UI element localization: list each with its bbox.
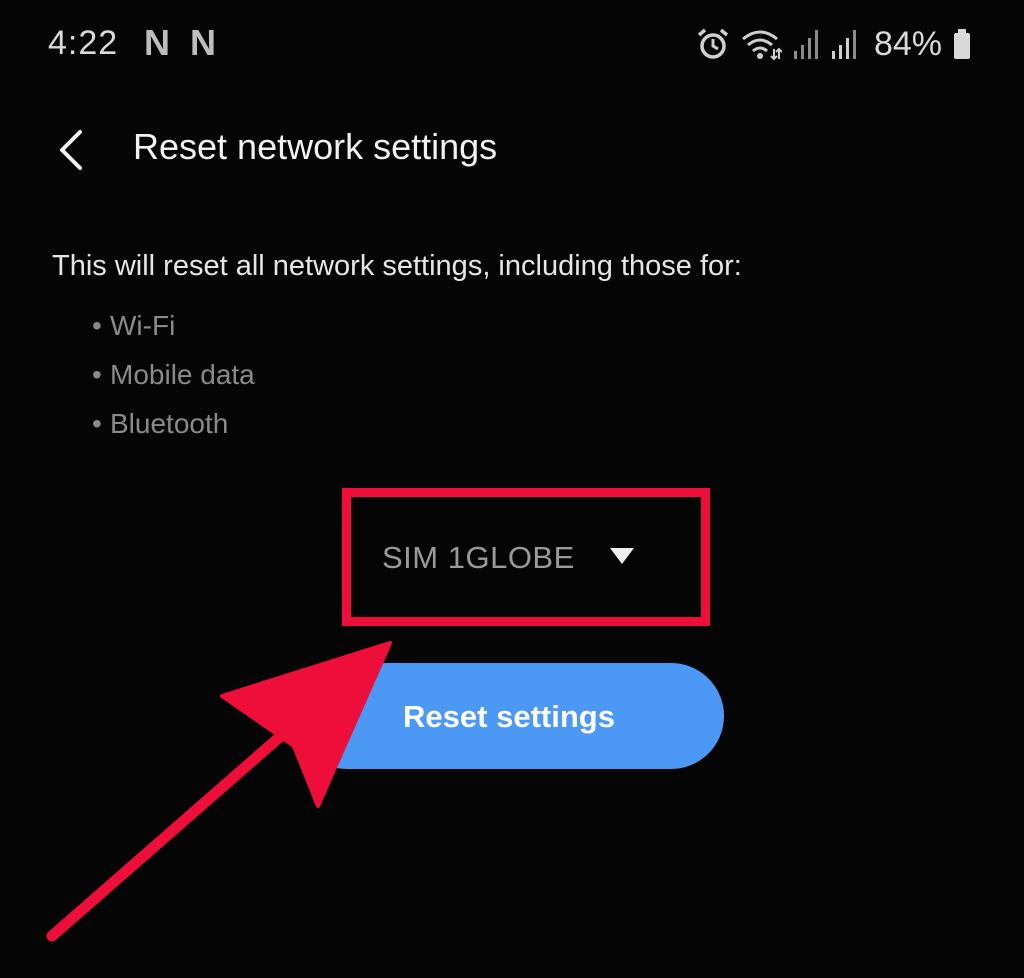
netflix-notification-icon: N [144,22,170,63]
signal-icon-2 [831,30,856,59]
list-item: • Wi-Fi [92,306,255,355]
description-text: This will reset all network settings, in… [52,250,742,282]
sim-select-dropdown[interactable]: SIM 1GLOBE [350,520,690,600]
alarm-icon [697,28,729,59]
netflix-notification-icon: N [190,22,216,63]
bullet: • [92,408,102,439]
network-items-list: • Wi-Fi • Mobile data • Bluetooth [92,306,255,453]
list-item: • Mobile data [92,355,255,404]
battery-icon [954,29,970,59]
back-button[interactable] [50,122,94,178]
status-bar: 4:22 N N 84% [0,0,1024,90]
bullet: • [92,310,102,341]
reset-settings-label: Reset settings [403,699,615,734]
annotation-arrow-shaft [46,722,296,942]
app-bar: Reset network settings [0,100,1024,200]
list-item-label: Bluetooth [110,408,229,439]
list-item-label: Mobile data [110,359,255,390]
signal-icon-1 [793,30,818,59]
list-item-label: Wi-Fi [110,310,176,341]
reset-settings-button[interactable]: Reset settings [294,663,724,769]
battery-percentage: 84% [873,24,942,63]
triangle-down-icon [610,548,634,564]
page-title: Reset network settings [133,126,498,167]
list-item: • Bluetooth [92,404,255,453]
status-icons: 84% [696,22,972,66]
sim-select-value: SIM 1GLOBE [382,540,575,575]
chevron-left-icon [60,130,82,170]
bullet: • [92,359,102,390]
status-time: 4:22 [48,24,119,62]
wifi-icon [741,30,782,61]
